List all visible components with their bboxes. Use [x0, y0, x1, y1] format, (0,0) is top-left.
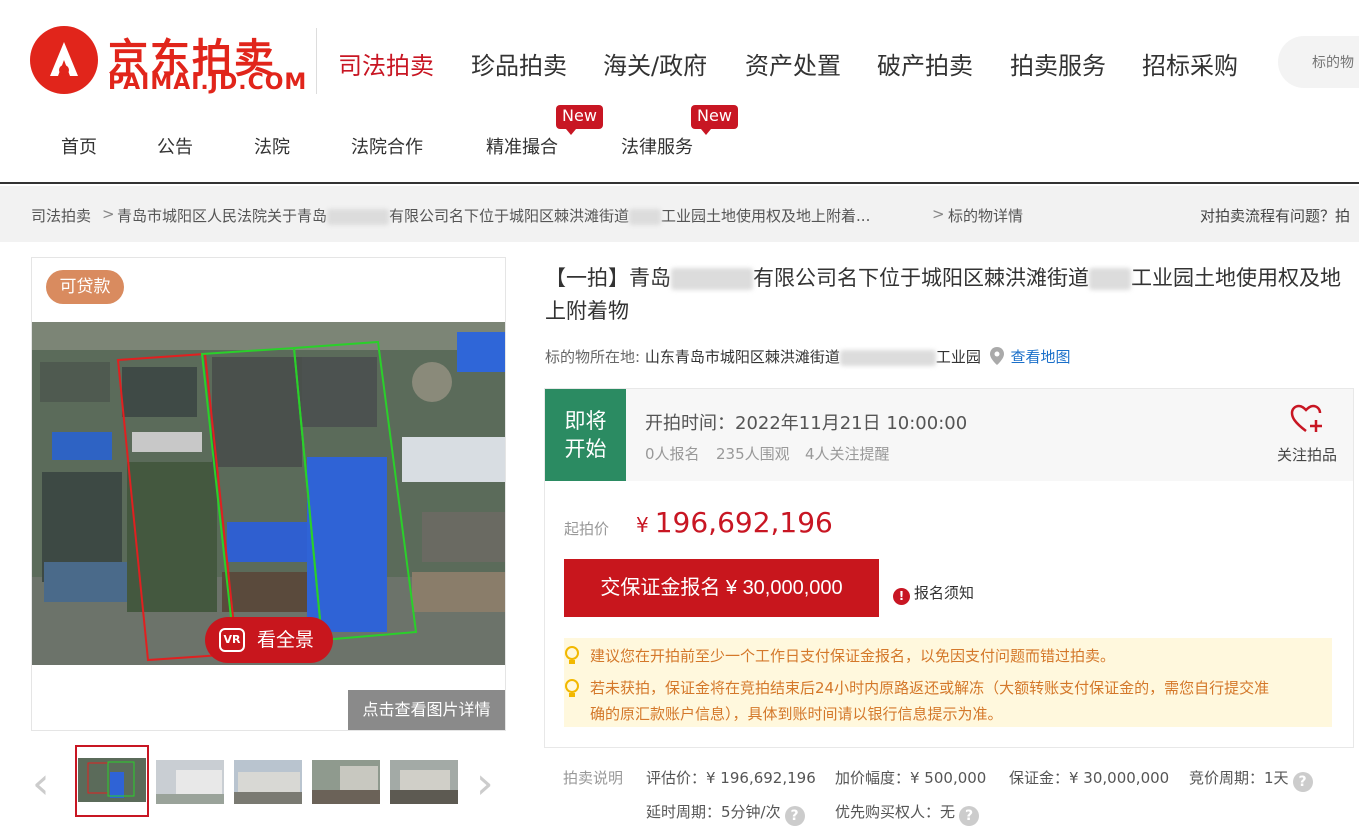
delay-period-text: 延时周期：5分钟/次 — [646, 803, 781, 821]
view-map-link[interactable]: 查看地图 — [1010, 348, 1070, 366]
tip-line: 确的原汇款账户信息），具体到账时间请以银行信息提示为准。 — [590, 705, 1003, 723]
thumbnail[interactable] — [156, 760, 224, 804]
nav-treasure-auction[interactable]: 珍品拍卖 — [471, 46, 567, 81]
lightbulb-icon — [565, 679, 579, 697]
deposit-amount: 保证金：¥ 30,000,000 — [1009, 769, 1170, 787]
tip-text: 若未获拍，保证金将在竞拍结束后24小时内原路返还或解冻（大额转账支付保证金的，需… — [590, 675, 1325, 727]
breadcrumb-title-part: 工业园土地使用权及地上附着... — [661, 207, 871, 225]
jd-paimai-logo[interactable]: 京东拍卖 PAIMAI.JD.COM — [30, 26, 306, 96]
breadcrumb-auction-title[interactable]: 青岛市城阳区人民法院关于青岛 有限公司名下位于城阳区棘洪滩街道 工业园土地使用权及地… — [117, 205, 870, 226]
new-badge: New — [691, 105, 738, 135]
status-bar — [626, 389, 1353, 481]
breadcrumb-title-part: 有限公司名下位于城阳区棘洪滩街道 — [389, 207, 630, 225]
logo-mark-icon — [30, 26, 98, 94]
priority-buyer-text: 优先购买权人：无 — [835, 803, 956, 821]
thumbnail-next-arrow[interactable]: › — [476, 762, 494, 806]
new-badge: New — [556, 105, 603, 135]
notice-label: 报名须知 — [914, 584, 975, 602]
map-pin-icon — [989, 347, 1004, 365]
appraisal-price: 评估价：¥ 196,692,196 — [646, 769, 816, 787]
item-location: 标的物所在地: 山东青岛市城阳区棘洪滩街道 工业园 查看地图 — [545, 346, 1070, 367]
nav-tender-procurement[interactable]: 招标采购 — [1142, 46, 1238, 81]
auction-status-badge: 即将 开始 — [545, 389, 626, 481]
bidding-cycle-text: 竞价周期：1天 — [1189, 769, 1289, 787]
nav-auction-service[interactable]: 拍卖服务 — [1010, 46, 1106, 81]
search-input[interactable] — [1278, 36, 1359, 88]
tip-text: 建议您在开拍前至少一个工作日支付保证金报名，以免因支付问题而错过拍卖。 — [590, 647, 1116, 665]
auction-help-link[interactable]: 对拍卖流程有问题？拍 — [1200, 205, 1350, 226]
follow-label: 关注拍品 — [1276, 446, 1337, 464]
follow-item-button[interactable]: 关注拍品 — [1268, 404, 1346, 465]
view-photo-details-button[interactable]: 点击查看图片详情 — [348, 690, 505, 730]
redacted-blur — [629, 208, 662, 225]
title-part: 【一拍】青岛 — [545, 266, 671, 290]
thumbnail[interactable] — [390, 760, 458, 804]
bidding-cycle: 竞价周期：1天? — [1189, 767, 1313, 792]
nav-judicial-auction[interactable]: 司法拍卖 — [338, 46, 434, 81]
redacted-blur — [671, 268, 753, 290]
auction-title: 【一拍】青岛 有限公司名下位于城阳区棘洪滩街道 工业园土地使用权及地上附着物 — [545, 262, 1350, 328]
breadcrumb-title-part: 青岛市城阳区人民法院关于青岛 — [117, 207, 328, 225]
site-header: 京东拍卖 PAIMAI.JD.COM 司法拍卖 珍品拍卖 海关/政府 资产处置 … — [0, 0, 1359, 184]
help-icon[interactable]: ? — [1292, 772, 1313, 792]
priority-buyer: 优先购买权人：无? — [835, 801, 980, 826]
location-value: 山东青岛市城阳区棘洪滩街道 — [644, 348, 840, 366]
panorama-button[interactable]: VR 看全景 — [205, 617, 333, 663]
help-icon[interactable]: ? — [959, 806, 980, 826]
start-price-value: 196,692,196 — [654, 506, 833, 539]
nav-customs-government[interactable]: 海关/政府 — [603, 46, 707, 81]
location-label: 标的物所在地: — [545, 348, 641, 366]
view-count: 235人围观 — [716, 445, 790, 463]
breadcrumb-judicial-auction[interactable]: 司法拍卖 — [31, 205, 91, 226]
delay-period: 延时周期：5分钟/次? — [646, 801, 805, 826]
pay-deposit-register-button[interactable]: 交保证金报名 ¥ 30,000,000 — [564, 559, 879, 617]
logo-divider — [316, 28, 317, 94]
location-value: 工业园 — [935, 348, 981, 366]
heart-plus-icon — [1290, 404, 1322, 432]
subnav-announcements[interactable]: 公告 — [157, 133, 193, 159]
thumbnail[interactable] — [234, 760, 302, 804]
tip-line: 若未获拍，保证金将在竞拍结束后24小时内原路返还或解冻（大额转账支付保证金的，需… — [590, 679, 1270, 697]
auction-info-label: 拍卖说明 — [563, 769, 624, 787]
alert-icon: ! — [893, 588, 910, 605]
registration-notice-link[interactable]: ! 报名须知 — [893, 582, 974, 605]
status-line: 即将 — [564, 409, 607, 433]
status-line: 开始 — [564, 437, 607, 461]
subnav-courts[interactable]: 法院 — [254, 133, 290, 159]
thumbnail[interactable] — [312, 760, 380, 804]
follower-count: 4人关注提醒 — [805, 445, 890, 463]
subnav-home[interactable]: 首页 — [61, 133, 97, 159]
breadcrumb-separator: > — [932, 205, 945, 223]
start-price-label: 起拍价 — [564, 520, 610, 538]
currency-symbol: ¥ — [636, 513, 649, 537]
redacted-blur — [1089, 268, 1131, 290]
vr-icon: VR — [219, 628, 245, 652]
lightbulb-icon — [565, 646, 579, 664]
thumbnail-prev-arrow[interactable]: ‹ — [32, 762, 50, 806]
auction-start-time: 开拍时间：2022年11月21日 10:00:00 — [645, 413, 968, 434]
aerial-photo[interactable] — [32, 322, 505, 665]
start-price: ¥196,692,196 — [636, 506, 833, 539]
redacted-blur — [327, 208, 390, 225]
nav-bankruptcy-auction[interactable]: 破产拍卖 — [877, 46, 973, 81]
breadcrumb-separator: > — [102, 205, 115, 223]
subnav-legal-service[interactable]: 法律服务 — [621, 133, 693, 159]
logo-text-en: PAIMAI.JD.COM — [108, 70, 308, 95]
signup-count: 0人报名 — [645, 445, 700, 463]
thumbnail[interactable] — [78, 758, 146, 802]
panorama-label: 看全景 — [257, 629, 315, 651]
subnav-precise-matching[interactable]: 精准撮合 — [486, 133, 558, 159]
help-icon[interactable]: ? — [784, 806, 805, 826]
subnav-court-cooperation[interactable]: 法院合作 — [351, 133, 423, 159]
breadcrumb-item-detail: 标的物详情 — [948, 207, 1024, 225]
bid-increment: 加价幅度：¥ 500,000 — [835, 769, 987, 787]
redacted-blur — [839, 349, 936, 366]
title-part: 有限公司名下位于城阳区棘洪滩街道 — [753, 266, 1089, 290]
loan-available-badge: 可贷款 — [46, 270, 124, 304]
nav-asset-disposal[interactable]: 资产处置 — [745, 46, 841, 81]
